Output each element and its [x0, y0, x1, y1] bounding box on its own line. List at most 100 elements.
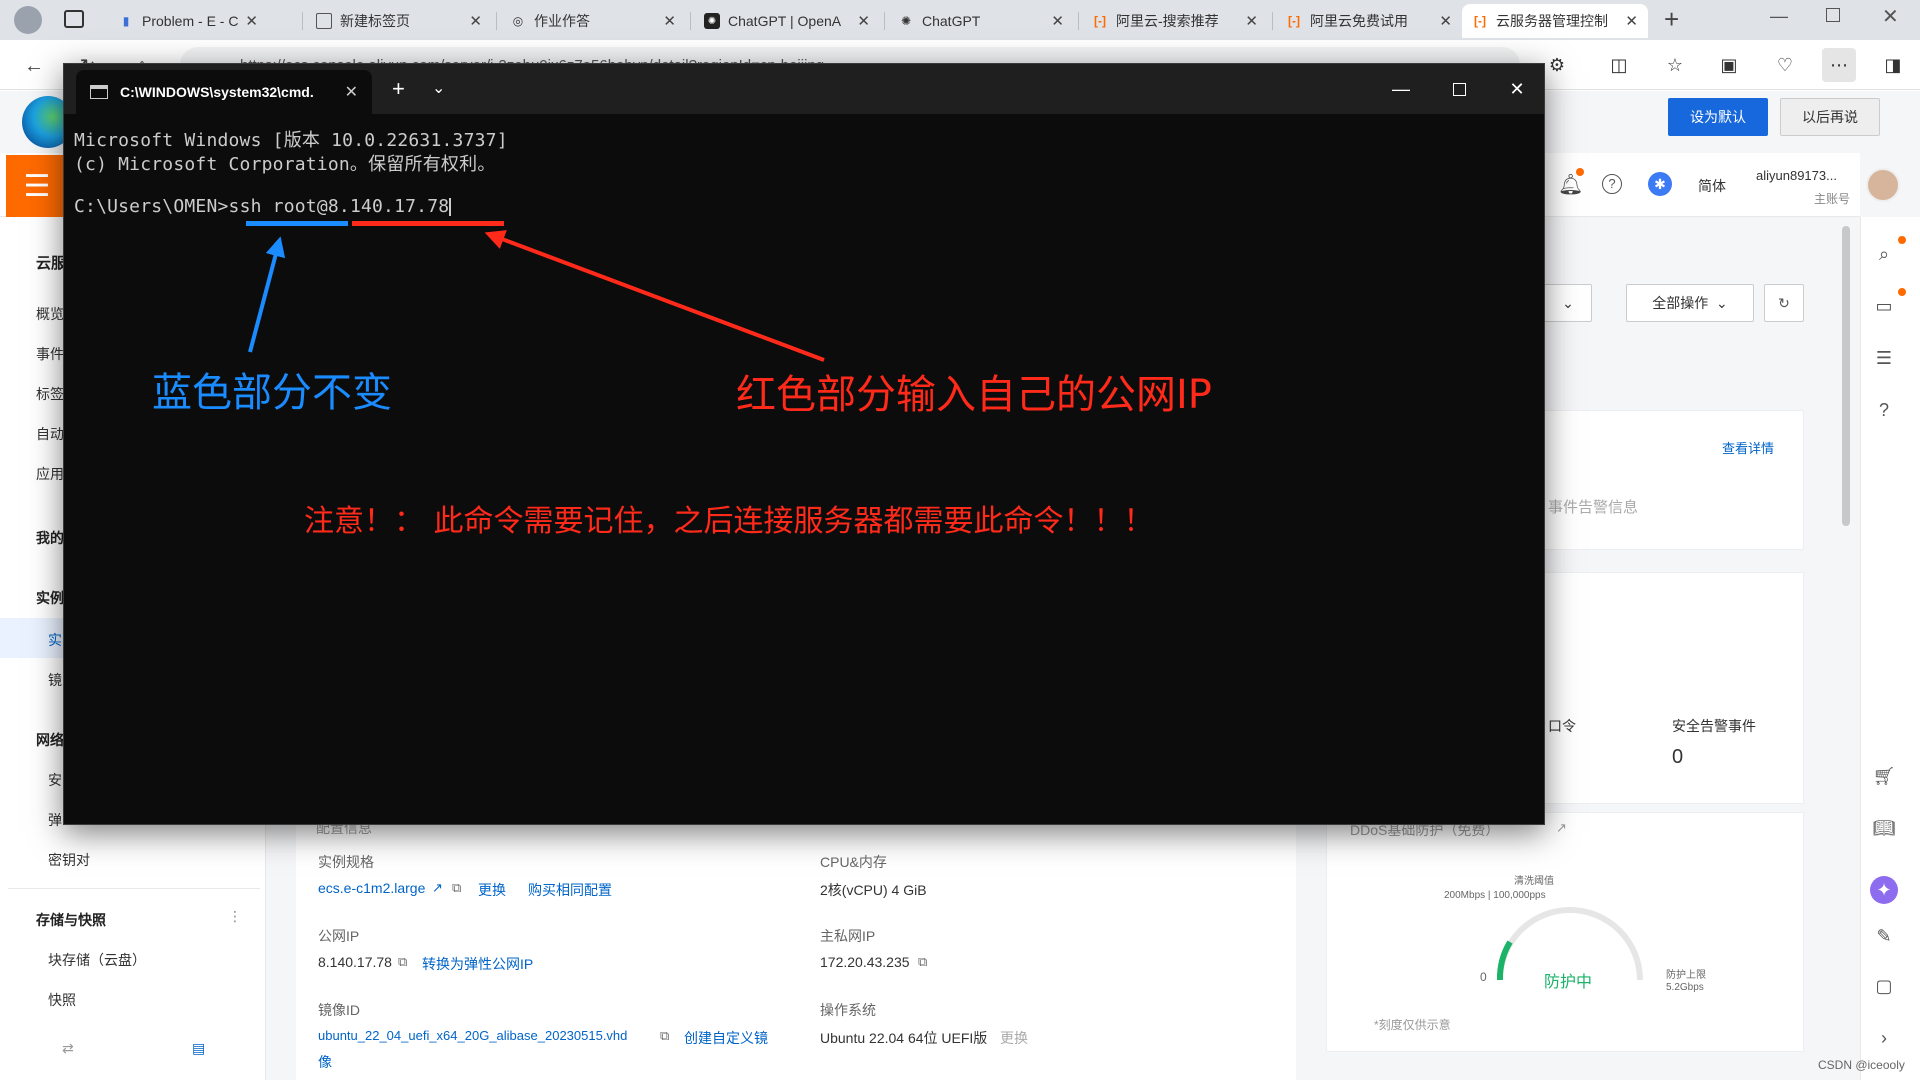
convert-eip-link[interactable]: 转换为弹性公网IP — [422, 954, 533, 974]
annotation-arrows — [248, 230, 825, 362]
browser-tab-7[interactable]: [-] 阿里云免费试用 ✕ — [1276, 4, 1462, 38]
avatar[interactable] — [1866, 168, 1900, 202]
view-details-link[interactable]: 查看详情 — [1722, 438, 1774, 457]
aliyun-icon: [-] — [1094, 14, 1106, 28]
window-minimize-button[interactable]: — — [1770, 6, 1788, 27]
security-card — [1540, 572, 1804, 804]
create-custom-image-link-wrap[interactable]: 像 — [318, 1052, 332, 1072]
security-events-count: 0 — [1672, 746, 1684, 768]
copy-icon[interactable]: ⧉ — [452, 880, 461, 896]
public-ip-label: 公网IP — [318, 928, 360, 944]
back-arrow-icon[interactable]: ← — [18, 50, 50, 82]
gauge-fill — [1496, 940, 1513, 981]
browser-tab-2[interactable]: 新建标签页 ✕ — [306, 4, 492, 38]
close-tab-icon[interactable]: ✕ — [469, 12, 482, 30]
ai-assistant-icon[interactable]: ✦ — [1870, 876, 1898, 904]
spec-change-link[interactable]: 更换 — [478, 880, 506, 900]
hamburger-menu-icon[interactable]: ☰ — [6, 155, 68, 217]
workbench-icon[interactable]: ✱ — [1648, 172, 1672, 196]
message-icon[interactable]: ▭ — [1870, 292, 1898, 320]
browser-tab-6[interactable]: [-] 阿里云-搜索推荐 ✕ — [1082, 4, 1268, 38]
sidebar-item-events[interactable]: 事件 — [36, 344, 64, 364]
buy-same-config-link[interactable]: 购买相同配置 — [528, 880, 612, 900]
language-switch[interactable]: 简体 — [1698, 176, 1726, 196]
gauge-max-label: 防护上限 — [1666, 970, 1706, 981]
browser-tab-3[interactable]: ◎ 作业作答 ✕ — [500, 4, 686, 38]
image-id-link[interactable]: ubuntu_22_04_uefi_x64_20G_alibase_202305… — [318, 1028, 627, 1043]
book-icon[interactable]: 📖︎ — [1870, 814, 1898, 842]
later-button[interactable]: 以后再说 — [1780, 98, 1880, 136]
sidebar-item-apps[interactable]: 应用 — [36, 464, 64, 484]
copy-icon[interactable]: ⧉ — [918, 954, 927, 970]
gauge-threshold-value: 200Mbps | 100,000pps — [1444, 890, 1546, 901]
private-ip-value: 172.20.43.235 — [820, 954, 910, 970]
action-dropdown-chevron-icon[interactable]: ⌄ — [1544, 284, 1592, 322]
command-label: 口令 — [1548, 718, 1576, 734]
window-close-button[interactable]: ✕ — [1882, 4, 1899, 29]
scrollbar-thumb[interactable] — [1842, 226, 1850, 526]
external-link-icon[interactable]: ↗ — [432, 880, 443, 896]
sidebar-item-snapshot[interactable]: 快照 — [48, 990, 76, 1010]
sidebar-item-security-group[interactable]: 安 — [48, 770, 62, 790]
create-custom-image-link[interactable]: 创建自定义镜 — [684, 1028, 768, 1048]
cmd-terminal-window[interactable]: C:\WINDOWS\system32\cmd. ✕ + ⌄ — ✕ Micro… — [63, 63, 1545, 825]
sidebar-swap-icon[interactable]: ⇄ — [62, 1040, 74, 1057]
help-icon[interactable]: ? — [1602, 174, 1622, 194]
spec-value-link[interactable]: ecs.e-c1m2.large — [318, 880, 425, 896]
feedback-icon[interactable]: ▢ — [1870, 972, 1898, 1000]
sidebar-item-keypair[interactable]: 密钥对 — [48, 850, 90, 870]
more-vertical-icon[interactable]: ⋮ — [228, 908, 242, 925]
help-circle-icon[interactable]: ? — [1870, 396, 1898, 424]
close-tab-icon[interactable]: ✕ — [1625, 12, 1638, 30]
cart-icon[interactable]: 🛒︎ — [1870, 762, 1898, 790]
browser-tab-8-active[interactable]: [-] 云服务器管理控制 ✕ — [1462, 4, 1648, 38]
sidebar-item-tags[interactable]: 标签 — [36, 384, 64, 404]
private-ip-label: 主私网IP — [820, 928, 876, 944]
browser-tab-1[interactable]: ▮ Problem - E - Co ✕ — [108, 4, 268, 38]
browser-tab-5[interactable]: ✺ ChatGPT ✕ — [888, 4, 1074, 38]
spec-label: 实例规格 — [318, 854, 374, 870]
browser-tab-4[interactable]: ✺ ChatGPT | OpenA ✕ — [694, 4, 880, 38]
refresh-button[interactable]: ↻ — [1764, 284, 1804, 322]
sidebar-item-automation[interactable]: 自动 — [36, 424, 64, 444]
close-tab-icon[interactable]: ✕ — [245, 12, 258, 30]
browser-essentials-icon[interactable]: ♡ — [1768, 48, 1802, 82]
sidebar-toggle-icon[interactable]: ◨ — [1876, 48, 1910, 82]
more-menu-icon[interactable]: ⋯ — [1822, 48, 1856, 82]
sidebar-item-eni[interactable]: 弹 — [48, 810, 62, 830]
sidebar-item-disk[interactable]: 块存储（云盘） — [48, 950, 146, 970]
sidebar-item-my[interactable]: 我的 — [36, 528, 64, 548]
sidebar-divider — [8, 888, 260, 889]
document-icon[interactable]: ☰ — [1870, 344, 1898, 372]
gauge-note: *刻度仅供示意 — [1374, 1018, 1451, 1032]
chevron-right-icon[interactable]: › — [1870, 1024, 1898, 1052]
collections-icon[interactable]: ▣ — [1712, 48, 1746, 82]
set-default-button[interactable]: 设为默认 — [1668, 98, 1768, 136]
os-change-link[interactable]: 更换 — [1000, 1028, 1028, 1048]
sidebar-item-instance[interactable]: 实 — [48, 630, 62, 650]
new-tab-button[interactable]: + — [1664, 4, 1679, 35]
gauge-zero: 0 — [1480, 970, 1487, 984]
search-icon[interactable]: ⌕ — [1870, 240, 1898, 268]
chart-icon: ▮ — [122, 14, 130, 28]
favorites-icon[interactable]: ☆ — [1658, 48, 1692, 82]
all-operations-dropdown[interactable]: 全部操作 ⌄ — [1626, 284, 1754, 322]
copy-icon[interactable]: ⧉ — [398, 954, 407, 970]
close-tab-icon[interactable]: ✕ — [1439, 12, 1452, 30]
account-name[interactable]: aliyun89173... — [1756, 168, 1837, 183]
split-screen-icon[interactable]: ◫ — [1602, 48, 1636, 82]
copy-icon[interactable]: ⧉ — [660, 1028, 669, 1044]
external-link-icon[interactable]: ↗ — [1556, 820, 1567, 836]
close-tab-icon[interactable]: ✕ — [1051, 12, 1064, 30]
close-tab-icon[interactable]: ✕ — [1245, 12, 1258, 30]
public-ip-value: 8.140.17.78 — [318, 954, 392, 970]
sidebar-item-overview[interactable]: 概览 — [36, 304, 64, 324]
sidebar-item-image[interactable]: 镜 — [48, 670, 62, 690]
sidebar-collapse-icon[interactable]: ▤ — [192, 1040, 205, 1057]
edit-icon[interactable]: ✎ — [1870, 922, 1898, 950]
close-tab-icon[interactable]: ✕ — [857, 12, 870, 30]
window-restore-button[interactable] — [1826, 8, 1840, 22]
close-tab-icon[interactable]: ✕ — [663, 12, 676, 30]
profile-avatar-icon[interactable] — [14, 6, 42, 34]
tab-actions-icon[interactable] — [64, 10, 84, 28]
